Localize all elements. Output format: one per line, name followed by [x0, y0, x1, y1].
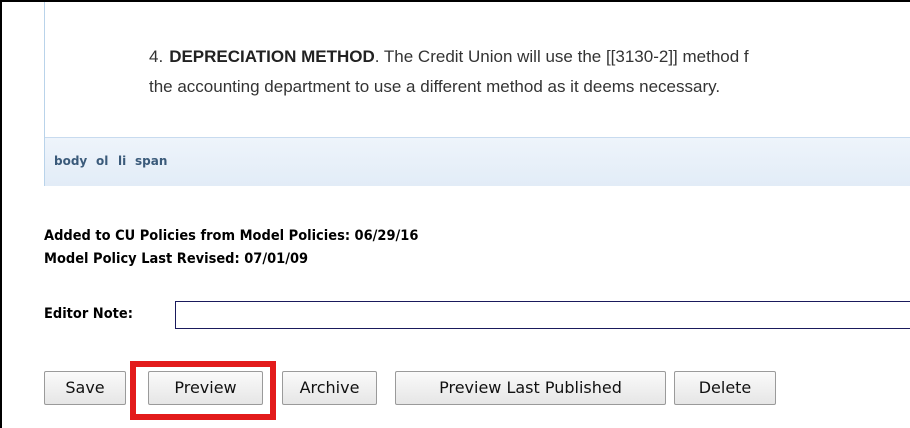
- archive-button[interactable]: Archive: [282, 371, 377, 405]
- added-date-text: Added to CU Policies from Model Policies…: [44, 228, 419, 244]
- delete-button[interactable]: Delete: [674, 371, 776, 405]
- preview-button[interactable]: Preview: [148, 371, 263, 405]
- revised-date-text: Model Policy Last Revised: 07/01/09: [44, 251, 309, 267]
- list-item-heading: DEPRECIATION METHOD: [169, 47, 375, 66]
- list-item-number: 4.: [149, 47, 164, 66]
- page-frame: 4. DEPRECIATION METHOD. The Credit Union …: [0, 0, 910, 428]
- path-item-li[interactable]: li: [118, 154, 126, 168]
- editor-note-label: Editor Note:: [44, 306, 133, 322]
- rich-text-editor[interactable]: 4. DEPRECIATION METHOD. The Credit Union …: [44, 2, 910, 186]
- path-item-body[interactable]: body: [54, 154, 87, 168]
- preview-last-published-button[interactable]: Preview Last Published: [395, 371, 666, 405]
- element-path-bar: body ol li span: [45, 137, 910, 186]
- path-item-ol[interactable]: ol: [96, 154, 108, 168]
- path-item-span[interactable]: span: [135, 154, 167, 168]
- list-item-text: . The Credit Union will use the [[3130-2…: [374, 47, 749, 66]
- list-item[interactable]: 4. DEPRECIATION METHOD. The Credit Union …: [149, 42, 749, 96]
- editor-note-input[interactable]: [175, 301, 910, 329]
- save-button[interactable]: Save: [44, 371, 126, 405]
- editor-content-area[interactable]: 4. DEPRECIATION METHOD. The Credit Union …: [45, 2, 910, 136]
- list-item-text-line2: the accounting department to use a diffe…: [149, 77, 721, 96]
